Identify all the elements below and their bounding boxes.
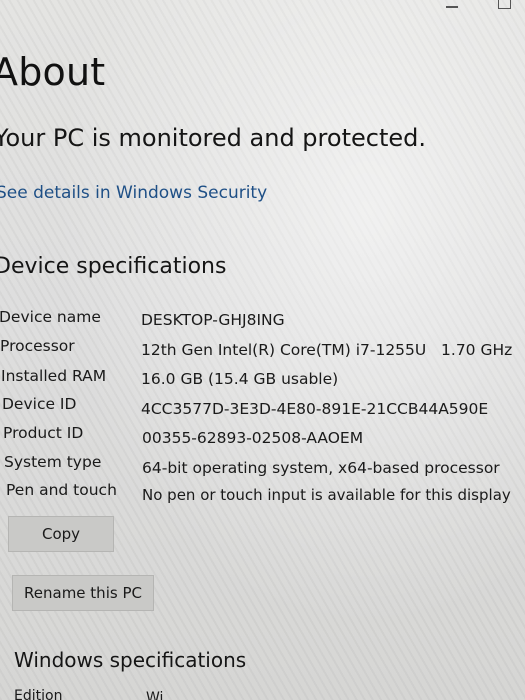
spec-row-pen-and-touch: Pen and touch No pen or touch input is a… [0,481,525,505]
spec-label: Device ID [2,395,77,413]
page-title: About [0,50,106,94]
spec-row-device-id: Device ID 4CC3577D-3E3D-4E80-891E-21CCB4… [0,395,525,419]
settings-about-window: About Your PC is monitored and protected… [0,0,525,700]
copy-button[interactable]: Copy [8,516,114,552]
spec-row-device-name: Device name DESKTOP-GHJ8ING [0,308,525,332]
protection-status: Your PC is monitored and protected. [0,124,426,152]
spec-row-product-id: Product ID 00355-62893-02508-AAOEM [0,424,525,448]
spec-value: 64-bit operating system, x64-based proce… [142,459,500,477]
spec-label: Installed RAM [1,367,107,385]
spec-label: Pen and touch [6,481,117,499]
spec-label: Product ID [3,424,84,442]
spec-value: 4CC3577D-3E3D-4E80-891E-21CCB44A590E [141,400,489,418]
spec-value: 12th Gen Intel(R) Core(TM) i7-1255U 1.70… [141,341,513,359]
spec-row-processor: Processor 12th Gen Intel(R) Core(TM) i7-… [0,337,525,361]
minimize-icon[interactable] [446,6,458,8]
spec-label: Processor [0,337,75,355]
device-specifications-heading: Device specifications [0,254,227,279]
spec-label: System type [4,453,102,471]
windows-security-link[interactable]: See details in Windows Security [0,183,267,203]
spec-label: Device name [0,308,101,326]
spec-row-system-type: System type 64-bit operating system, x64… [0,453,525,477]
spec-value: 16.0 GB (15.4 GB usable) [141,370,339,388]
spec-row-installed-ram: Installed RAM 16.0 GB (15.4 GB usable) [0,367,525,391]
spec-value: No pen or touch input is available for t… [142,486,511,504]
spec-value: DESKTOP-GHJ8ING [141,311,285,329]
rename-pc-button[interactable]: Rename this PC [12,575,154,611]
spec-label-edition: Edition [14,688,63,700]
windows-specifications-heading: Windows specifications [14,648,247,672]
spec-value: 00355-62893-02508-AAOEM [142,429,364,447]
maximize-icon[interactable] [498,0,511,9]
window-controls [446,0,511,9]
spec-value-edition: Wi [146,690,164,700]
